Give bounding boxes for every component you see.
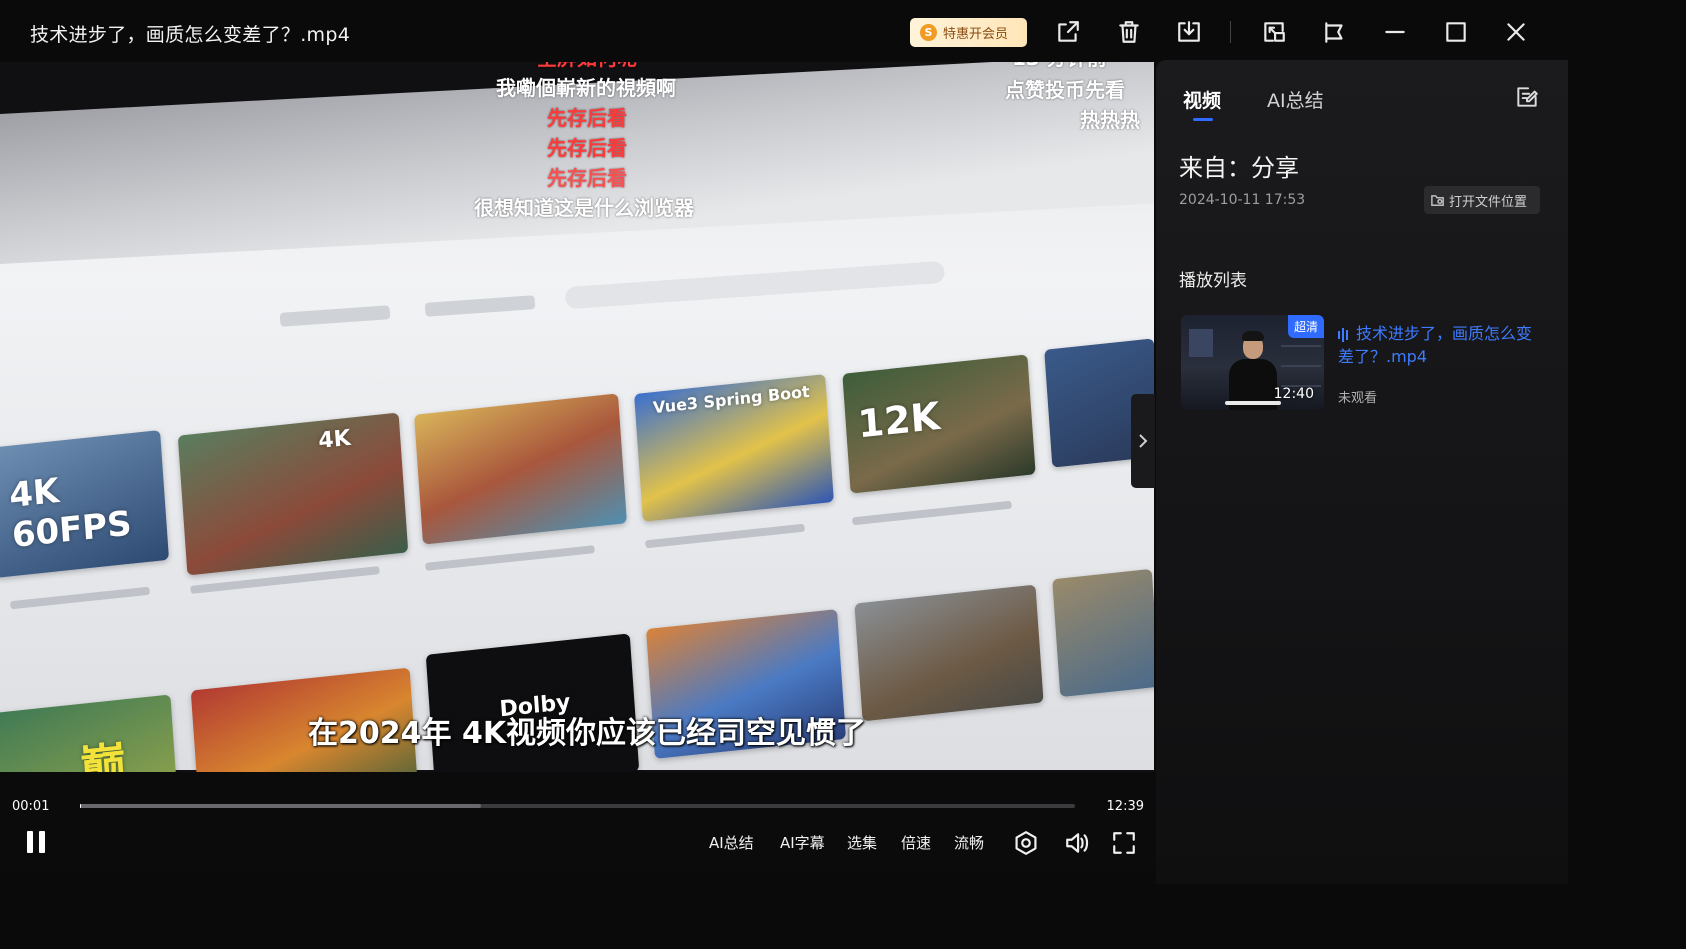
video-thumbnail-label: 4K	[317, 425, 352, 455]
video-thumbnail: 12K	[842, 354, 1036, 494]
video-thumbnail	[854, 584, 1044, 722]
thumbnail-person-hair	[1242, 331, 1264, 341]
ai-subtitle-button[interactable]: AI字幕	[780, 832, 825, 853]
playlist-item-title-wrap: 技术进步了，画质怎么变差了？.mp4	[1338, 323, 1538, 368]
danmaku-comment: 空屏如何呢	[537, 62, 637, 71]
vip-coin-icon: S	[920, 24, 937, 41]
danmaku-comment: 13 分钟前	[1012, 62, 1107, 71]
video-thumbnail-label: 巅	[78, 736, 128, 772]
danmaku-comment: 很想知道这是什么浏览器	[474, 196, 694, 220]
danmaku-comment: 先存后看	[547, 166, 627, 190]
fullscreen-icon[interactable]	[1109, 828, 1139, 858]
thumbnail-caption-bar	[1225, 401, 1281, 405]
video-thumbnail	[1052, 568, 1154, 698]
tab-ai-summary[interactable]: AI总结	[1267, 86, 1324, 113]
now-playing-icon	[1338, 324, 1350, 346]
danmaku-comment: 我嘞個嶄新的視頻啊	[496, 76, 676, 100]
player-controls: 00:01 12:39 AI总结 AI字幕 选集 倍速 流畅	[0, 772, 1154, 870]
active-tab-indicator	[1193, 118, 1213, 121]
vip-upgrade-button[interactable]: S 特惠开会员	[910, 18, 1027, 47]
quality-button[interactable]: 流畅	[954, 832, 984, 853]
video-thumbnail-label: Vue3 Spring Boot	[652, 381, 811, 418]
video-player-window: 技术进步了，画质怎么变差了？.mp4 S 特惠开会员 4K 60FPS 4K V…	[0, 0, 1568, 884]
playlist-item-status: 未观看	[1338, 391, 1378, 406]
video-thumbnail-caption	[9, 586, 151, 610]
video-thumbnail-caption	[645, 523, 805, 549]
video-thumbnail-caption	[852, 500, 1012, 526]
progress-buffered	[80, 804, 481, 808]
source-label: 来自：分享	[1179, 154, 1299, 182]
tab-video[interactable]: 视频	[1183, 86, 1221, 113]
video-subtitle: 在2024年 4K视频你应该已经司空见惯了	[308, 716, 867, 751]
playlist-thumbnail: 超清 12:40	[1181, 315, 1324, 410]
video-thumbnail	[414, 393, 627, 545]
danmaku-comment: 先存后看	[547, 136, 627, 160]
pause-icon-bar	[39, 831, 45, 853]
volume-icon[interactable]	[1062, 828, 1092, 858]
title-bar: 技术进步了，画质怎么变差了？.mp4 S 特惠开会员	[0, 0, 1568, 66]
thumbnail-bg-window	[1189, 329, 1213, 357]
collapse-panel-button[interactable]	[1131, 394, 1155, 488]
download-icon[interactable]	[1174, 16, 1204, 48]
video-thumbnail-label: 12K	[856, 393, 942, 447]
folder-icon	[1431, 194, 1444, 206]
settings-icon[interactable]	[1011, 828, 1041, 858]
video-thumbnail: 4K	[177, 412, 409, 576]
pause-icon-bar	[27, 831, 33, 853]
quality-badge: 超清	[1287, 315, 1324, 338]
thumbnail-bg-shelf	[1281, 345, 1321, 347]
video-canvas[interactable]: 4K 60FPS 4K Vue3 Spring Boot 12K 巅 Dolby…	[0, 62, 1154, 772]
video-thumbnail: 4K 60FPS	[0, 429, 170, 579]
close-icon[interactable]	[1501, 16, 1531, 48]
file-date: 2024-10-11 17:53	[1179, 192, 1306, 208]
window-title: 技术进步了，画质怎么变差了？.mp4	[30, 24, 351, 46]
danmaku-comment: 热热热	[1080, 108, 1140, 132]
video-browser-tab	[279, 305, 391, 327]
chevron-right-icon	[1139, 434, 1148, 448]
side-panel: 视频 AI总结 来自：分享 2024-10-11 17:53 打开文件位置 播放…	[1156, 60, 1568, 884]
danmaku-comment: 先存后看	[547, 106, 627, 130]
maximize-icon[interactable]	[1441, 16, 1471, 48]
duration-time: 12:39	[1106, 799, 1144, 814]
pause-button[interactable]	[22, 828, 50, 856]
episodes-button[interactable]: 选集	[847, 832, 877, 853]
video-thumbnail-label: 4K 60FPS	[7, 470, 133, 556]
open-file-location-label: 打开文件位置	[1449, 194, 1528, 210]
note-edit-icon[interactable]	[1514, 84, 1542, 112]
ai-summary-button[interactable]: AI总结	[709, 832, 754, 853]
share-icon[interactable]	[1053, 16, 1083, 48]
vip-button-label: 特惠开会员	[943, 27, 1009, 42]
video-browser-tab	[424, 295, 536, 317]
speed-button[interactable]: 倍速	[901, 832, 931, 853]
toolbar-separator	[1230, 21, 1231, 43]
playlist-item[interactable]: 超清 12:40 技术进步了，画质怎么变差了？.mp4 未观看	[1179, 313, 1549, 413]
danmaku-comment: 点赞投币先看	[1005, 78, 1125, 102]
playlist-item-duration: 12:40	[1273, 386, 1314, 402]
progress-bar[interactable]	[80, 804, 1075, 808]
playlist-item-title: 技术进步了，画质怎么变差了？.mp4	[1338, 324, 1533, 366]
delete-icon[interactable]	[1114, 16, 1144, 48]
playlist-title: 播放列表	[1179, 271, 1247, 291]
video-thumbnail: Vue3 Spring Boot	[634, 374, 834, 522]
video-thumbnail: 巅	[0, 694, 179, 772]
thumbnail-bg-shelf	[1281, 365, 1321, 367]
picture-in-picture-icon[interactable]	[1259, 16, 1289, 48]
minimize-icon[interactable]	[1380, 16, 1410, 48]
current-time: 00:01	[12, 799, 50, 814]
video-thumbnail-caption	[425, 545, 595, 571]
video-browser-urlbar	[564, 260, 946, 310]
pin-icon[interactable]	[1320, 16, 1350, 48]
open-file-location-button[interactable]: 打开文件位置	[1424, 186, 1540, 214]
